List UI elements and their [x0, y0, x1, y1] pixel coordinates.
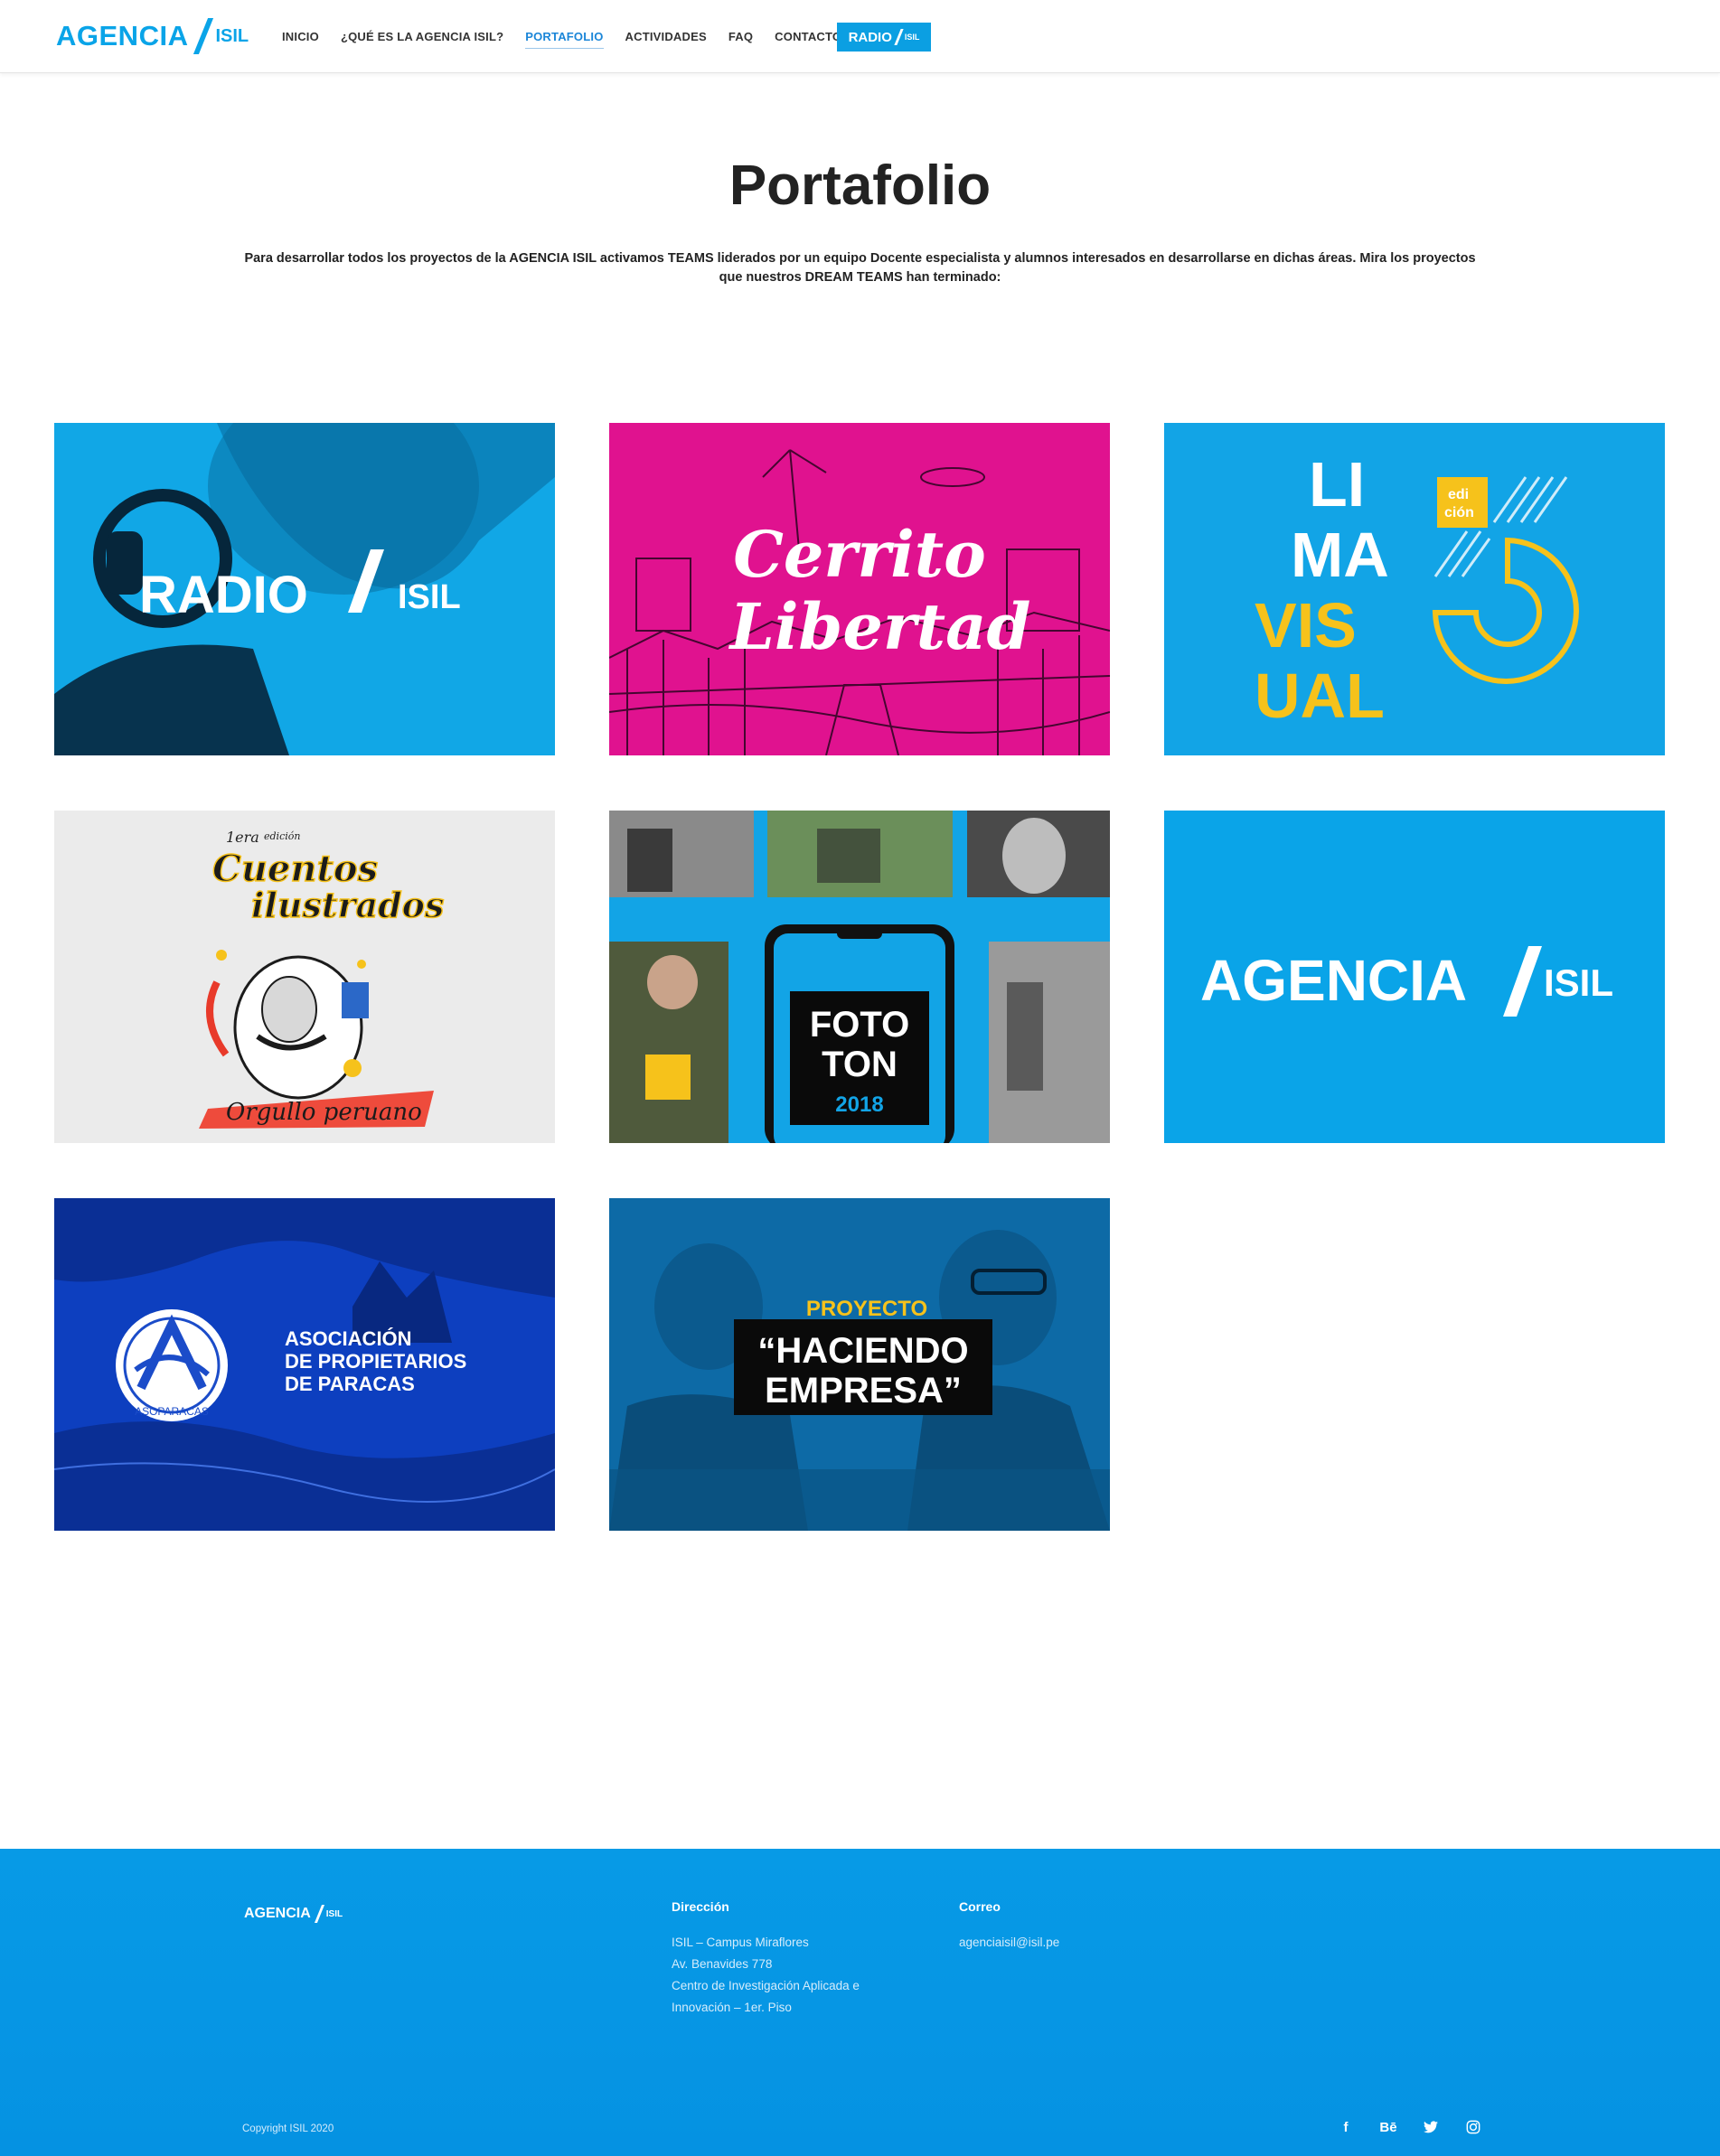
- site-header: AGENCIA ISIL INICIO ¿QUÉ ES LA AGENCIA I…: [0, 0, 1720, 73]
- site-logo[interactable]: AGENCIA ISIL: [56, 16, 249, 56]
- footer-logo-main: AGENCIA: [244, 1906, 311, 1921]
- cuentos-tile-edicion: edición: [264, 830, 300, 842]
- radio-tile-sub: ISIL: [398, 578, 461, 616]
- portfolio-item-fototon[interactable]: FOTO TON 2018: [609, 811, 1110, 1143]
- footer-address: Dirección ISIL – Campus Miraflores Av. B…: [672, 1899, 860, 2019]
- nav-inicio[interactable]: INICIO: [282, 30, 319, 43]
- haciendo-empresa-artwork: PROYECTO “HACIENDO EMPRESA”: [609, 1198, 1110, 1531]
- portfolio-item-cerrito-libertad[interactable]: Cerrito Libertad: [609, 423, 1110, 755]
- haciendo-tile-proyecto: PROYECTO: [806, 1297, 927, 1321]
- footer-address-line: Innovación – 1er. Piso: [672, 2001, 792, 2014]
- asoparacas-tile-line2: DE PROPIETARIOS: [285, 1350, 466, 1373]
- logo-slash: [193, 18, 214, 54]
- footer-logo-sub: ISIL: [325, 1908, 343, 1919]
- lima-tile-vis: VIS: [1255, 590, 1357, 661]
- cuentos-ilustrados-artwork: 1era edición Cuentos ilustrados Orgullo …: [54, 811, 555, 1143]
- nav-faq[interactable]: FAQ: [728, 30, 753, 43]
- cerrito-libertad-artwork: Cerrito Libertad: [609, 423, 1110, 755]
- footer-logo[interactable]: AGENCIA ISIL: [244, 1905, 343, 1923]
- radio-tile-text: RADIO: [139, 566, 308, 624]
- logo-sub-text: ISIL: [215, 25, 249, 46]
- footer-email-title: Correo: [959, 1899, 1001, 1914]
- lima-tile-ma: MA: [1291, 520, 1389, 590]
- site-footer: AGENCIA ISIL Dirección ISIL – Campus Mir…: [0, 1849, 1720, 2156]
- cuentos-tile-edition: 1era: [226, 829, 259, 846]
- asoparacas-tile-line1: ASOCIACIÓN: [285, 1327, 412, 1350]
- cuentos-tile-cuentos: Cuentos: [212, 848, 378, 890]
- portfolio-item-asoparacas[interactable]: ASOPARACAS ASOCIACIÓN DE PROPIETARIOS DE…: [54, 1198, 555, 1531]
- footer-email: Correo agenciaisil@isil.pe: [959, 1899, 1059, 1954]
- fototon-tile-year: 2018: [835, 1092, 883, 1117]
- radio-isil-artwork: RADIO ISIL: [54, 423, 555, 755]
- portfolio-item-cuentos-ilustrados[interactable]: 1era edición Cuentos ilustrados Orgullo …: [54, 811, 555, 1143]
- radio-button-sub: ISIL: [904, 33, 920, 42]
- nav-portafolio[interactable]: PORTAFOLIO: [525, 30, 604, 49]
- asoparacas-tile-line3: DE PARACAS: [285, 1373, 415, 1395]
- nav-que-es[interactable]: ¿QUÉ ES LA AGENCIA ISIL?: [341, 30, 503, 43]
- nav-actividades[interactable]: ACTIVIDADES: [625, 30, 707, 43]
- logo-main-text: AGENCIA: [56, 20, 189, 52]
- instagram-icon[interactable]: [1463, 2117, 1483, 2137]
- cuentos-tile-orgullo: Orgullo peruano: [226, 1099, 422, 1126]
- footer-address-line: Av. Benavides 778: [672, 1957, 773, 1971]
- haciendo-tile-line1: “HACIENDO: [757, 1331, 968, 1371]
- libertad-tile-text: Libertad: [728, 589, 1031, 664]
- fototon-tile-foto: FOTO: [810, 1005, 909, 1045]
- radio-button-main: RADIO: [848, 29, 892, 45]
- portfolio-item-agencia-isil[interactable]: AGENCIA ISIL: [1164, 811, 1665, 1143]
- main-nav: INICIO ¿QUÉ ES LA AGENCIA ISIL? PORTAFOL…: [282, 0, 863, 72]
- asoparacas-tile-badge: ASOPARACAS: [135, 1405, 209, 1418]
- behance-icon[interactable]: Bē: [1378, 2117, 1398, 2137]
- footer-logo-slash: [314, 1905, 324, 1923]
- fototon-tile-ton: TON: [822, 1045, 898, 1084]
- page-intro: Para desarrollar todos los proyectos de …: [244, 251, 1476, 285]
- lima-tile-ual: UAL: [1255, 661, 1385, 731]
- footer-copyright: Copyright ISIL 2020: [242, 2123, 334, 2134]
- footer-address-title: Dirección: [672, 1899, 729, 1914]
- portfolio-item-haciendo-empresa[interactable]: PROYECTO “HACIENDO EMPRESA”: [609, 1198, 1110, 1531]
- twitter-glyph: [1424, 2121, 1438, 2133]
- portfolio-item-radio-isil[interactable]: RADIO ISIL: [54, 423, 555, 755]
- lima-visual-artwork: LI MA VIS UAL edi ción: [1164, 423, 1665, 755]
- footer-address-line: Centro de Investigación Aplicada e: [672, 1979, 860, 1992]
- page-title: Portafolio: [728, 155, 992, 217]
- radio-button-slash: [894, 29, 904, 45]
- cerrito-tile-text: Cerrito: [733, 517, 986, 592]
- portfolio-item-lima-visual[interactable]: LI MA VIS UAL edi ción: [1164, 423, 1665, 755]
- instagram-glyph: [1466, 2120, 1480, 2134]
- footer-social-links: f Bē: [1336, 2117, 1506, 2137]
- lima-tile-li: LI: [1309, 449, 1365, 520]
- facebook-icon[interactable]: f: [1336, 2117, 1356, 2137]
- radio-isil-button[interactable]: RADIO ISIL: [837, 23, 931, 52]
- haciendo-tile-line2: EMPRESA”: [765, 1371, 962, 1411]
- agencia-isil-artwork: AGENCIA ISIL: [1164, 811, 1665, 1143]
- agencia-tile-sub: ISIL: [1544, 961, 1613, 1004]
- asoparacas-artwork: ASOPARACAS ASOCIACIÓN DE PROPIETARIOS DE…: [54, 1198, 555, 1531]
- footer-address-line: ISIL – Campus Miraflores: [672, 1936, 809, 1949]
- nav-contacto[interactable]: CONTACTO: [775, 30, 841, 43]
- fototon-artwork: FOTO TON 2018: [609, 811, 1110, 1143]
- cuentos-tile-ilustrados: ilustrados: [251, 885, 444, 925]
- twitter-icon[interactable]: [1421, 2117, 1441, 2137]
- lima-tile-cion: ción: [1444, 505, 1474, 520]
- agencia-tile-text: AGENCIA: [1200, 948, 1467, 1013]
- lima-tile-edi: edi: [1448, 487, 1469, 502]
- footer-email-link[interactable]: agenciaisil@isil.pe: [959, 1932, 1059, 1954]
